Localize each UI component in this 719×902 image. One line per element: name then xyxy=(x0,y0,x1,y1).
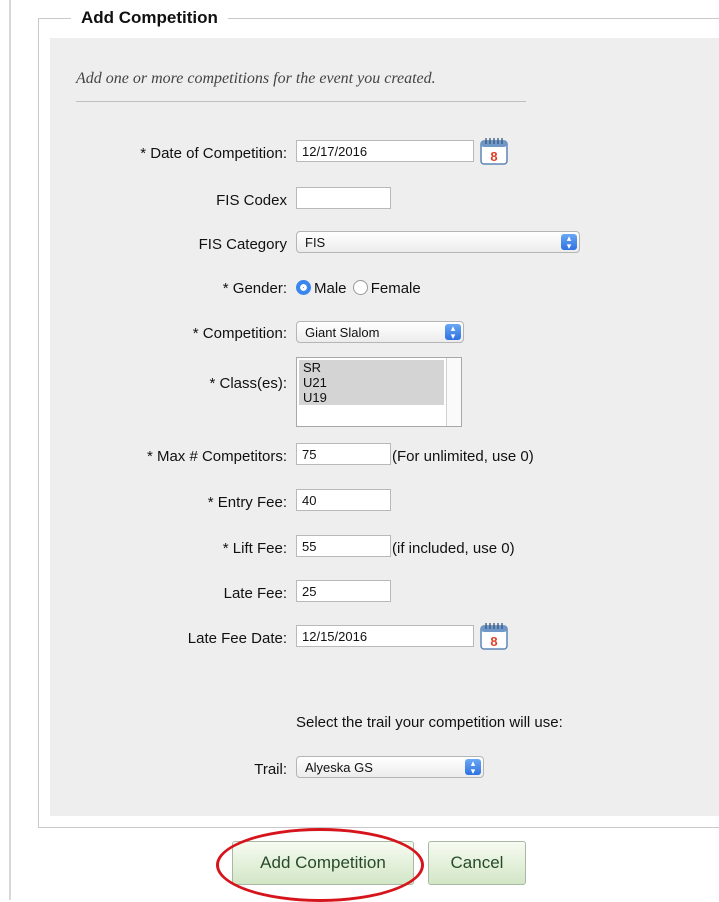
page-left-border xyxy=(9,0,11,900)
fis-category-select[interactable]: FIS ▴ ▾ xyxy=(296,231,580,253)
trail-select[interactable]: Alyeska GS ▴ ▾ xyxy=(296,756,484,778)
date-label: * Date of Competition: xyxy=(140,145,287,162)
class-option[interactable]: U19 xyxy=(299,390,444,405)
trail-value: Alyeska GS xyxy=(305,760,373,775)
date-of-competition-input[interactable] xyxy=(296,140,474,162)
calendar-icon[interactable]: 8 xyxy=(479,621,509,651)
late-fee-label: Late Fee: xyxy=(223,585,287,602)
trail-label: Trail: xyxy=(254,761,287,778)
trail-prompt: Select the trail your competition will u… xyxy=(296,714,563,731)
intro-divider xyxy=(76,101,526,102)
select-arrows-icon: ▴ ▾ xyxy=(445,324,461,341)
fis-codex-label: FIS Codex xyxy=(216,192,287,209)
intro-text: Add one or more competitions for the eve… xyxy=(76,70,436,87)
fis-category-value: FIS xyxy=(305,235,326,250)
calendar-day-number: 8 xyxy=(490,634,497,649)
gender-male-radio[interactable] xyxy=(296,280,311,295)
late-fee-input[interactable] xyxy=(296,580,391,602)
lift-fee-input[interactable] xyxy=(296,535,391,557)
cancel-button[interactable]: Cancel xyxy=(428,841,526,885)
classes-label: * Class(es): xyxy=(209,375,287,392)
select-arrows-icon: ▴ ▾ xyxy=(465,759,481,776)
late-fee-date-label: Late Fee Date: xyxy=(187,630,287,647)
gender-male-label[interactable]: Male xyxy=(314,280,347,297)
add-competition-button[interactable]: Add Competition xyxy=(232,841,414,885)
competition-label: * Competition: xyxy=(192,325,287,342)
entry-fee-input[interactable] xyxy=(296,489,391,511)
fis-category-label: FIS Category xyxy=(198,236,287,253)
calendar-icon[interactable]: 8 xyxy=(479,136,509,166)
gender-female-radio[interactable] xyxy=(352,280,368,295)
gender-label: * Gender: xyxy=(222,280,287,297)
class-option[interactable]: U21 xyxy=(299,375,444,390)
max-competitors-label: * Max # Competitors: xyxy=(146,448,287,465)
fis-codex-input[interactable] xyxy=(296,187,391,209)
gender-radio-group: Male Female xyxy=(296,280,421,297)
lift-fee-hint: (if included, use 0) xyxy=(392,540,515,557)
listbox-scrollbar[interactable] xyxy=(446,358,461,426)
max-competitors-input[interactable] xyxy=(296,443,391,465)
classes-listbox[interactable]: SR U21 U19 xyxy=(296,357,462,427)
fieldset-legend: Add Competition xyxy=(81,8,218,27)
max-competitors-hint: (For unlimited, use 0) xyxy=(392,448,534,465)
class-option[interactable]: SR xyxy=(299,360,444,375)
lift-fee-label: * Lift Fee: xyxy=(222,540,287,557)
select-arrows-icon: ▴ ▾ xyxy=(561,234,577,251)
competition-value: Giant Slalom xyxy=(305,325,380,340)
gender-female-label[interactable]: Female xyxy=(371,280,421,297)
calendar-day-number: 8 xyxy=(490,149,497,164)
entry-fee-label: * Entry Fee: xyxy=(207,494,287,511)
late-fee-date-input[interactable] xyxy=(296,625,474,647)
competition-select[interactable]: Giant Slalom ▴ ▾ xyxy=(296,321,464,343)
